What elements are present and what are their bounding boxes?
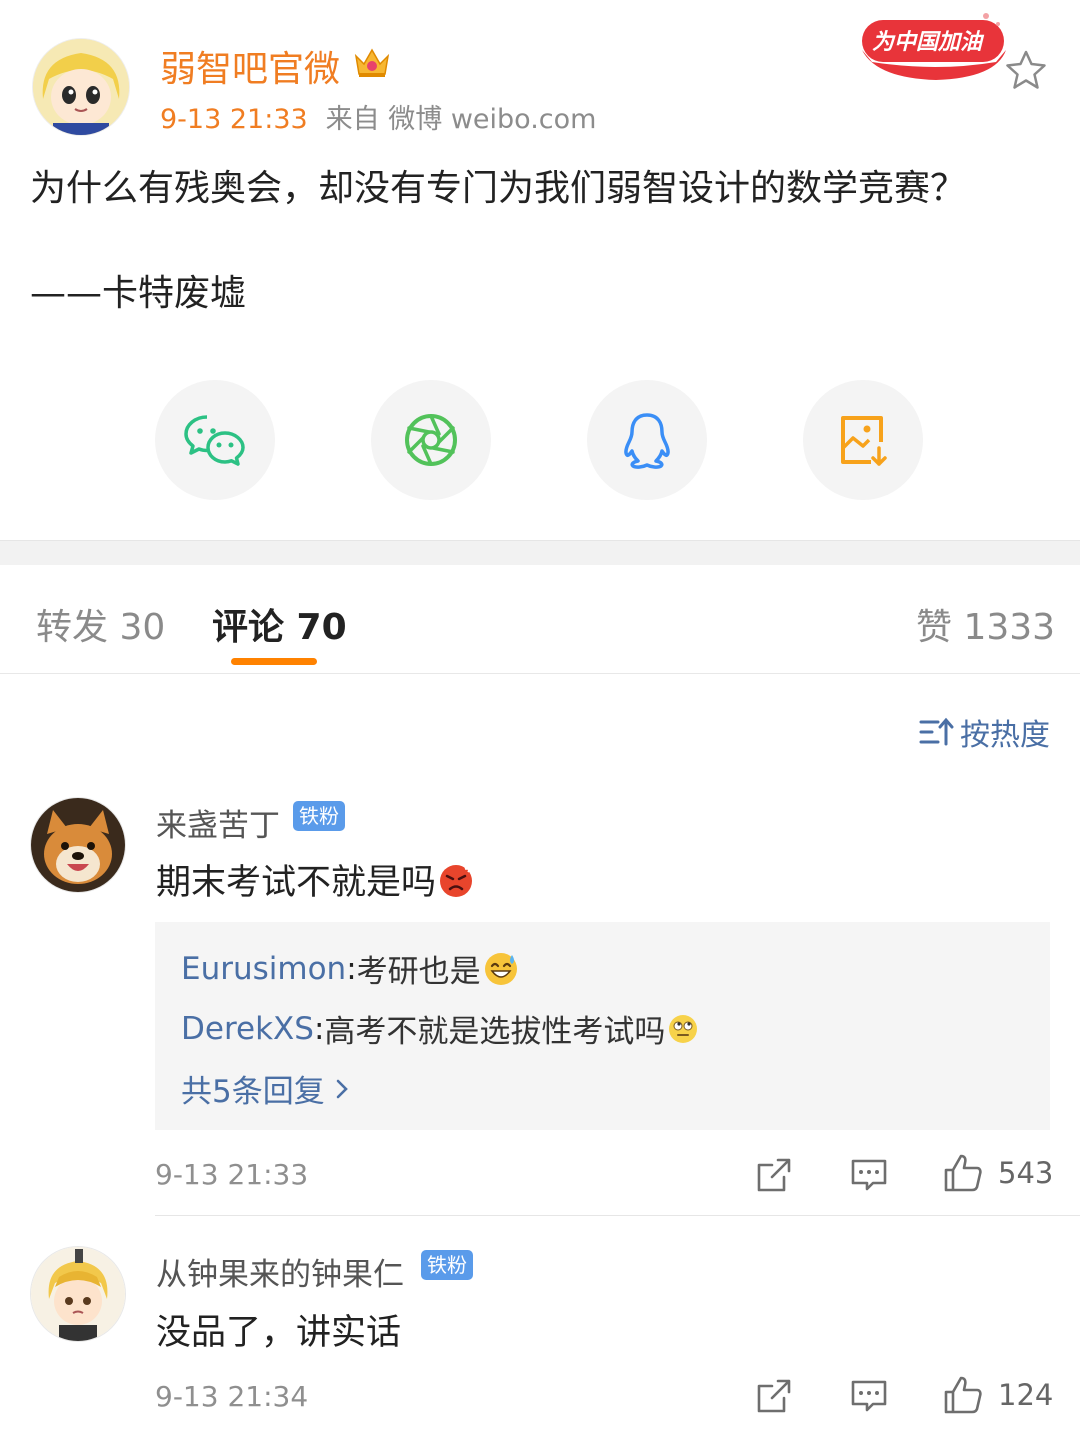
more-replies-label: 共5条回复	[181, 1074, 325, 1110]
comment-avatar[interactable]	[30, 797, 126, 893]
comment-text: 没品了，讲实话	[156, 1313, 402, 1353]
reply-text: 高考不就是选拔性考试吗	[324, 1014, 666, 1050]
tab-repost[interactable]: 转发 30	[36, 598, 165, 650]
section-separator	[0, 540, 1080, 565]
comment-text: 期末考试不就是吗	[156, 863, 437, 903]
comment-time: 9-13 21:34	[155, 1380, 309, 1413]
reply-text: 考研也是	[356, 954, 481, 990]
reply-item: DerekXS: 高考不就是选拔性考试吗	[181, 1006, 699, 1051]
sort-button[interactable]: 按热度	[918, 710, 1050, 754]
shiba-avatar-illustration	[31, 798, 125, 892]
comment-divider	[155, 1215, 1080, 1216]
tabs-divider	[0, 673, 1080, 674]
post-time: 9-13 21:33	[160, 104, 308, 135]
reply-comment-icon[interactable]	[849, 1155, 889, 1195]
comment-username[interactable]: 来盏苦丁	[156, 800, 280, 845]
reply-preview-box[interactable]: Eurusimon: 考研也是 DerekXS: 高考不就是选拔性考试吗 共5条…	[155, 922, 1050, 1130]
reply-username[interactable]: Eurusimon	[181, 951, 346, 987]
post-meta: 9-13 21:33 来自 微博 weibo.com	[160, 97, 596, 136]
share-qq-button[interactable]	[587, 380, 707, 500]
author-avatar[interactable]	[32, 38, 130, 136]
comment-time: 9-13 21:33	[155, 1158, 309, 1191]
thumbs-up-icon	[944, 1154, 982, 1192]
tab-likes[interactable]: 赞 1333	[916, 598, 1055, 650]
crown-icon	[352, 44, 392, 80]
like-button[interactable]: 543	[942, 1152, 1053, 1194]
comment-avatar[interactable]	[30, 1246, 126, 1342]
post-source: 来自 微博 weibo.com	[325, 104, 597, 135]
sort-label: 按热度	[960, 718, 1050, 753]
chevron-right-icon	[336, 1079, 348, 1098]
share-comment-icon[interactable]	[754, 1376, 794, 1416]
fan-badge: 铁粉	[293, 801, 345, 831]
comment-username[interactable]: 从钟果来的钟果仁	[156, 1249, 404, 1294]
angry-emoji-icon	[440, 863, 474, 897]
save-image-button[interactable]	[803, 380, 923, 500]
sort-icon	[919, 717, 954, 746]
promo-banner[interactable]: 为中国加油	[856, 6, 1010, 86]
like-count: 543	[998, 1156, 1054, 1190]
share-comment-icon[interactable]	[754, 1155, 794, 1195]
thumbs-up-icon	[944, 1376, 982, 1414]
tab-comments[interactable]: 评论 70	[212, 598, 347, 650]
post-author-line: ——卡特废墟	[30, 273, 247, 314]
like-button[interactable]: 124	[942, 1374, 1053, 1416]
reply-item: Eurusimon: 考研也是	[181, 946, 519, 991]
share-moments-button[interactable]	[371, 380, 491, 500]
like-count: 124	[998, 1378, 1054, 1412]
reply-comment-icon[interactable]	[849, 1376, 889, 1416]
sweat-smile-emoji-icon	[484, 952, 517, 985]
save-image-icon	[841, 416, 887, 466]
share-wechat-button[interactable]	[155, 380, 275, 500]
active-tab-indicator	[231, 658, 317, 665]
post-text: 为什么有残奥会，却没有专门为我们弱智设计的数学竞赛？	[30, 168, 967, 209]
wechat-icon	[184, 415, 245, 466]
reply-username[interactable]: DerekXS	[181, 1011, 314, 1047]
view-all-replies-link[interactable]: 共5条回复	[181, 1066, 353, 1111]
anime-avatar-illustration	[31, 1247, 125, 1341]
post-username[interactable]: 弱智吧官微	[160, 40, 340, 92]
rolling-eyes-emoji-icon	[669, 1014, 698, 1043]
promo-label: 为中国加油	[872, 30, 983, 55]
favorite-star-icon[interactable]	[1003, 48, 1049, 92]
comment-text-row: 期末考试不就是吗	[156, 854, 474, 905]
avatar-illustration	[33, 39, 129, 135]
moments-icon	[405, 414, 457, 466]
qq-icon	[624, 413, 670, 469]
fan-badge: 铁粉	[421, 1250, 473, 1280]
